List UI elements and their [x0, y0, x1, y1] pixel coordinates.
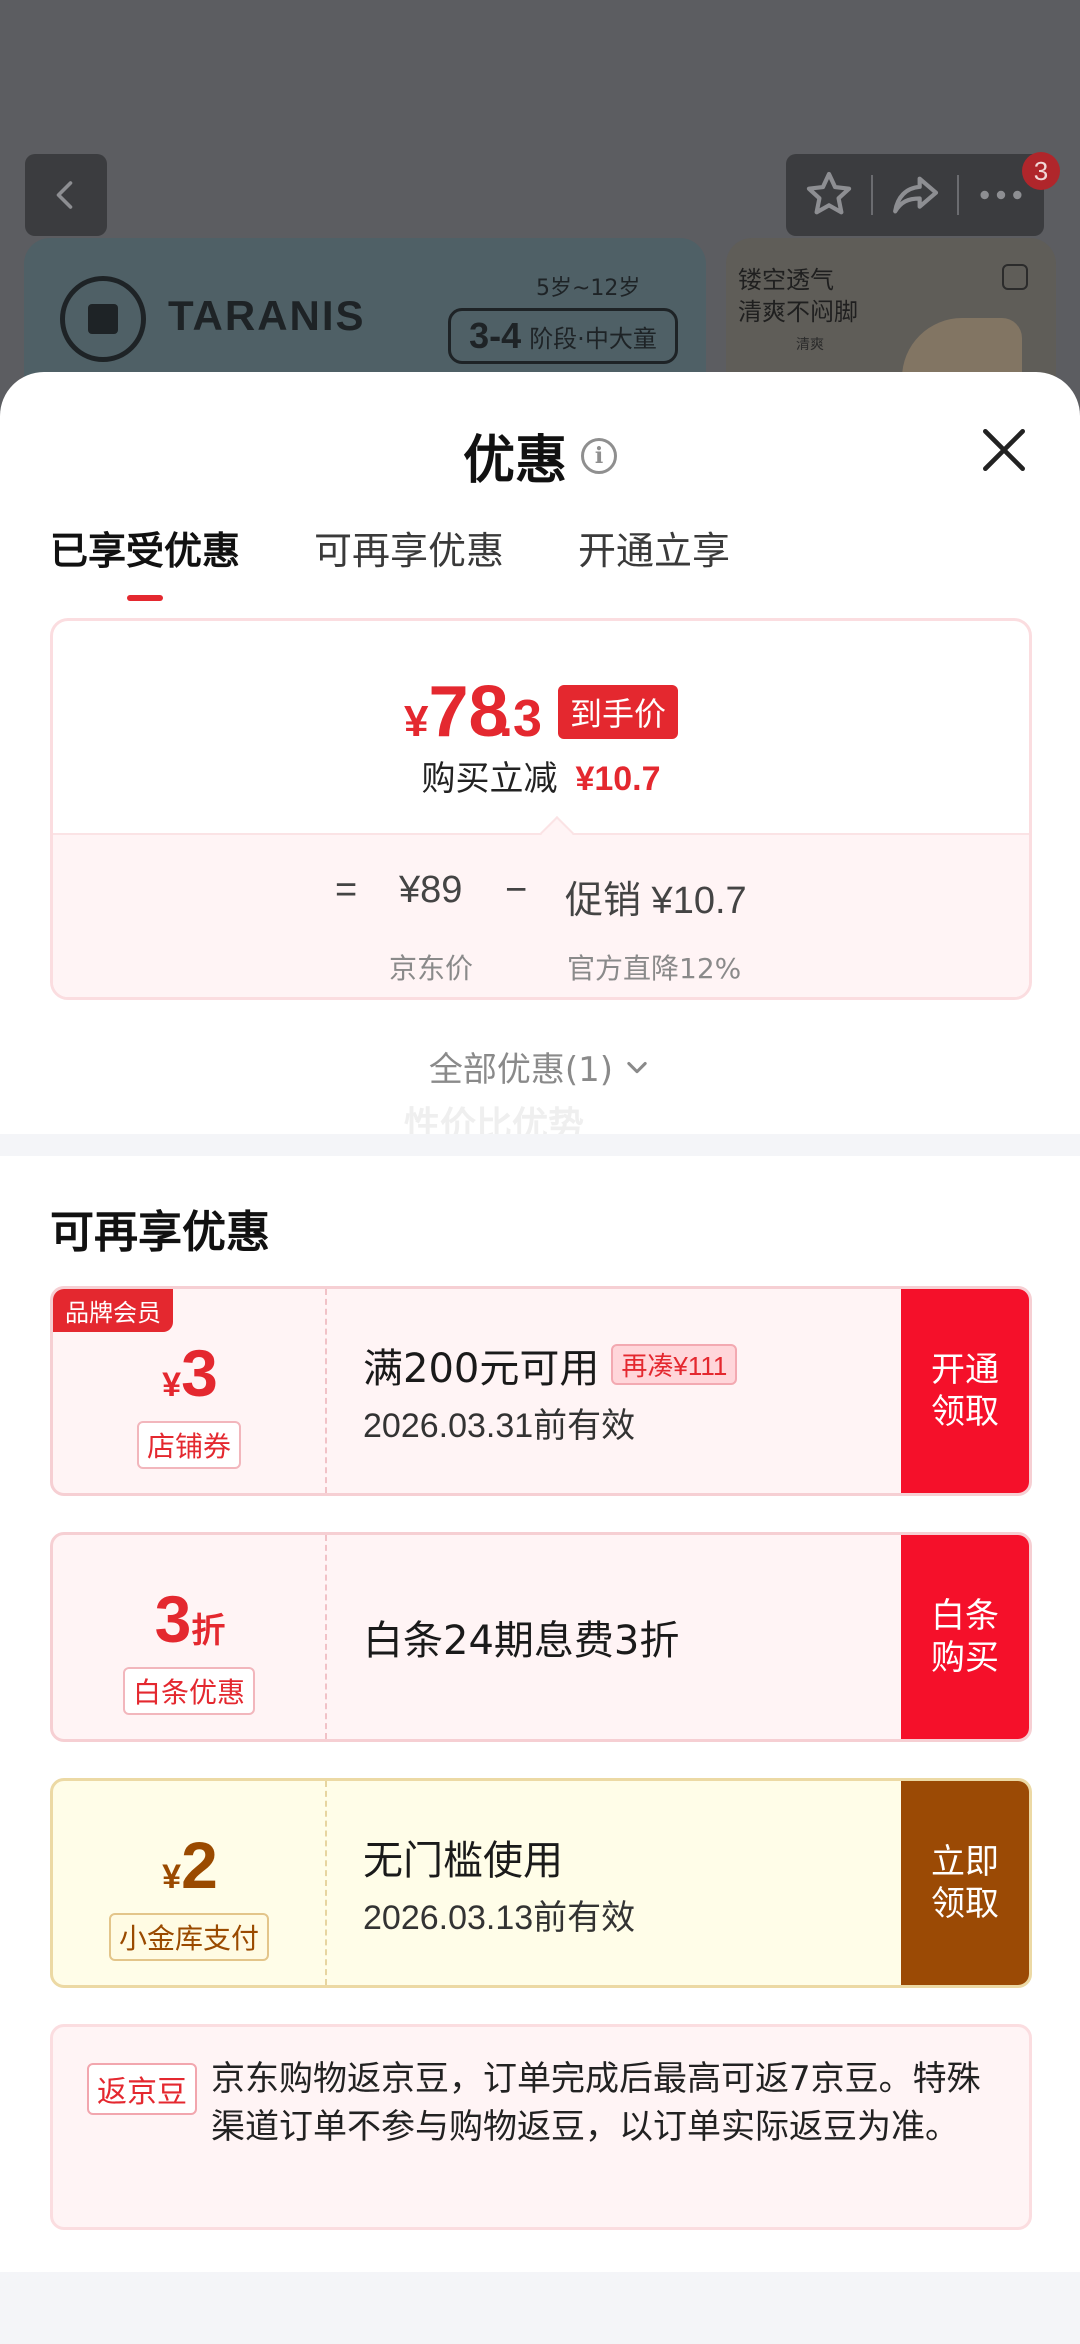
age-range: 5岁~12岁: [536, 276, 641, 301]
coupon-value: 3: [154, 1582, 192, 1656]
stage-box: 3-4 阶段·中大童: [448, 308, 678, 364]
star-icon[interactable]: [801, 167, 857, 223]
coupon-value-area: 3折 白条优惠: [53, 1535, 327, 1739]
coupon-amount: ¥3: [53, 1335, 327, 1411]
coupon-condition-row: 满200元可用 再凑¥111: [363, 1336, 738, 1394]
bean-tag: 返京豆: [87, 2063, 197, 2115]
promo-amount: 促销 ¥10.7: [565, 880, 747, 922]
promo-sub-label: 官方直降12%: [567, 952, 742, 985]
jd-price-label: 京东价: [389, 952, 474, 985]
coupon-value-area: 品牌会员 ¥3 店铺券: [53, 1289, 327, 1493]
coupon-type: 店铺券: [136, 1421, 242, 1469]
price-decimal: .3: [498, 690, 542, 748]
brand-logo: [60, 276, 146, 362]
coupon-suffix: 折: [191, 1612, 226, 1650]
price-currency: ¥: [404, 697, 429, 746]
coupon-card: 品牌会员 ¥3 店铺券 满200元可用 再凑¥111 2026.03.31前有效…: [50, 1286, 1032, 1496]
all-promos-toggle[interactable]: 全部优惠(1): [0, 1042, 1080, 1091]
back-button[interactable]: [25, 154, 107, 236]
coupon-expiry: 2026.03.31前有效: [363, 1406, 636, 1445]
coupon-value: 2: [181, 1828, 218, 1902]
final-price-tag: 到手价: [557, 685, 678, 739]
divider: [871, 175, 873, 215]
button-label: 白条购买: [931, 1596, 999, 1678]
tab-activate[interactable]: 开通立享: [578, 520, 730, 575]
baitiao-buy-button[interactable]: 白条购买: [901, 1535, 1029, 1739]
jd-price: ¥89: [399, 869, 463, 911]
tab-enjoyed[interactable]: 已享受优惠: [50, 520, 240, 575]
brand-name: TARANIS: [168, 292, 366, 339]
coupon-type: 白条优惠: [122, 1667, 256, 1715]
all-promos-label: 全部优惠(1): [428, 1050, 614, 1090]
minus-sign: −: [505, 869, 528, 911]
reduce-label: 购买立减: [421, 759, 558, 799]
coupon-details: 无门槛使用 2026.03.13前有效: [363, 1781, 635, 1985]
chevron-down-icon: [627, 1061, 647, 1073]
coupon-details: 满200元可用 再凑¥111 2026.03.31前有效: [363, 1289, 738, 1493]
bottom-spacer: [0, 2272, 1080, 2344]
button-label: 开通领取: [931, 1350, 999, 1432]
notification-badge: 3: [1022, 152, 1060, 190]
coupon-card: 3折 白条优惠 白条24期息费3折 白条购买: [50, 1532, 1032, 1742]
top-actions: [786, 154, 1044, 236]
close-icon[interactable]: [976, 422, 1032, 478]
reduce-line: 购买立减 ¥10.7: [53, 751, 1029, 800]
promo-tabs: 已享受优惠 可再享优惠 开通立享: [50, 520, 730, 575]
banner-line-1: 镂空透气: [738, 266, 834, 294]
member-tag: 品牌会员: [53, 1289, 173, 1332]
coupon-condition: 满200元可用: [363, 1345, 600, 1392]
stage-label: 阶段·中大童: [529, 324, 657, 353]
coupon-value: 3: [181, 1336, 218, 1410]
price-integer: 78: [428, 672, 509, 752]
coupon-amount: ¥2: [53, 1827, 327, 1903]
final-price-card: ¥78.3 到手价 购买立减 ¥10.7 = ¥89 − 促销 ¥10.7 京东…: [50, 618, 1032, 1000]
info-icon[interactable]: i: [581, 437, 617, 474]
stage-number: 3-4: [469, 315, 522, 356]
coupon-condition: 无门槛使用: [363, 1837, 563, 1884]
final-price: ¥78.3 到手价: [53, 671, 1029, 753]
promotions-sheet: 优惠 i 已享受优惠 可再享优惠 开通立享 ¥78.3 到手价 购买立减 ¥10…: [0, 372, 1080, 2344]
price-summary: ¥78.3 到手价 购买立减 ¥10.7: [53, 621, 1029, 833]
banner-tag: 清爽: [796, 337, 824, 353]
coupon-details: 白条24期息费3折: [363, 1535, 679, 1739]
coupon-value-area: ¥2 小金库支付: [53, 1781, 327, 1985]
coupon-currency: ¥: [162, 1366, 182, 1404]
more-icon[interactable]: [973, 167, 1029, 223]
price-breakdown: = ¥89 − 促销 ¥10.7 京东价 官方直降12%: [53, 833, 1029, 997]
pattern-icon: [1002, 264, 1028, 290]
divider: [957, 175, 959, 215]
share-icon[interactable]: [887, 167, 943, 223]
coupon-amount: 3折: [53, 1581, 327, 1657]
coupon-expiry: 2026.03.13前有效: [363, 1898, 636, 1937]
coupon-extra-badge: 再凑¥111: [611, 1344, 738, 1385]
button-label: 立即领取: [931, 1842, 999, 1924]
activate-claim-button[interactable]: 开通领取: [901, 1289, 1029, 1493]
sheet-header: 优惠 i: [0, 418, 1080, 493]
equals-sign: =: [335, 869, 358, 911]
bean-description: 京东购物返京豆，订单完成后最高可返7京豆。特殊渠道订单不参与购物返豆，以订单实际…: [211, 2059, 981, 2147]
banner-line-2: 清爽不闷脚: [738, 298, 858, 326]
section-divider: [0, 1134, 1080, 1156]
coupon-currency: ¥: [162, 1858, 182, 1896]
sheet-title: 优惠: [462, 431, 567, 491]
jd-bean-card: 返京豆 京东购物返京豆，订单完成后最高可返7京豆。特殊渠道订单不参与购物返豆，以…: [50, 2024, 1032, 2230]
reduce-value: ¥10.7: [575, 760, 661, 798]
chevron-left-icon: [56, 181, 73, 209]
coupon-card: ¥2 小金库支付 无门槛使用 2026.03.13前有效 立即领取: [50, 1778, 1032, 1988]
coupon-type: 小金库支付: [108, 1913, 270, 1961]
coupon-condition: 白条24期息费3折: [363, 1618, 680, 1664]
tab-more-available[interactable]: 可再享优惠: [314, 520, 504, 575]
section-title: 可再享优惠: [50, 1207, 270, 1258]
claim-now-button[interactable]: 立即领取: [901, 1781, 1029, 1985]
